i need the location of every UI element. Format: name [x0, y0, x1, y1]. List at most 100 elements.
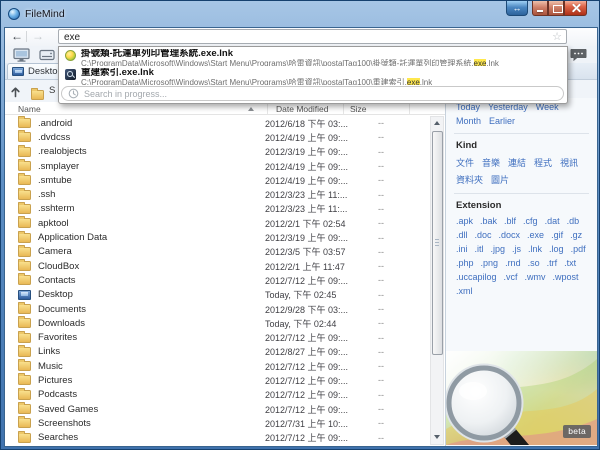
- extension-link[interactable]: .pdf: [571, 244, 586, 254]
- table-row[interactable]: Podcasts 2012/7/12 上午 09:... --: [7, 388, 430, 402]
- folder-icon: [18, 218, 31, 228]
- extension-link[interactable]: .png: [481, 258, 499, 268]
- extension-link[interactable]: .db: [567, 216, 580, 226]
- filter-link[interactable]: Month: [456, 116, 481, 126]
- kind-link[interactable]: 圖片: [491, 173, 509, 186]
- extension-link[interactable]: .js: [512, 244, 521, 254]
- column-size[interactable]: Size: [350, 104, 367, 114]
- extension-link[interactable]: .wpost: [553, 272, 579, 282]
- file-date: 2012/7/12 上午 09:...: [265, 431, 348, 444]
- file-size: --: [337, 318, 384, 328]
- extension-link[interactable]: .blf: [504, 216, 516, 226]
- table-row[interactable]: Screenshots 2012/7/31 上午 10:... --: [7, 416, 430, 430]
- table-row[interactable]: Favorites 2012/7/12 上午 09:... --: [7, 330, 430, 344]
- file-list: .android 2012/6/18 下午 03:... -- .dvdcss …: [7, 116, 430, 445]
- kind-link[interactable]: 資料夾: [456, 173, 483, 186]
- table-row[interactable]: Music 2012/7/12 上午 09:... --: [7, 359, 430, 373]
- table-row[interactable]: Links 2012/8/27 上午 09:... --: [7, 345, 430, 359]
- file-name: Screenshots: [38, 418, 91, 429]
- kind-link[interactable]: 程式: [534, 156, 552, 169]
- extension-link[interactable]: .trf: [547, 258, 558, 268]
- scrollbar-thumb[interactable]: [432, 131, 443, 355]
- swap-window-button[interactable]: ↔: [506, 1, 528, 16]
- scroll-down-button[interactable]: [431, 431, 443, 444]
- table-row[interactable]: .smplayer 2012/4/19 上午 09:... --: [7, 159, 430, 173]
- column-date-modified[interactable]: Date Modified: [276, 104, 328, 114]
- extension-link[interactable]: .wmv: [525, 272, 546, 282]
- location-text[interactable]: S: [49, 85, 55, 96]
- extension-link[interactable]: .xml: [456, 286, 473, 296]
- kind-link[interactable]: 文件: [456, 156, 474, 169]
- table-row[interactable]: Contacts 2012/7/12 上午 09:... --: [7, 273, 430, 287]
- extension-link[interactable]: .dll: [456, 230, 468, 240]
- table-row[interactable]: Downloads Today, 下午 02:44 --: [7, 316, 430, 330]
- extension-link[interactable]: .lnk: [528, 244, 542, 254]
- extension-link[interactable]: .uccapilog: [456, 272, 497, 282]
- extension-link[interactable]: .exe: [527, 230, 544, 240]
- table-row[interactable]: Documents 2012/9/28 下午 03:... --: [7, 302, 430, 316]
- scroll-up-button[interactable]: [431, 117, 443, 130]
- table-row[interactable]: .realobjects 2012/3/19 上午 09:... --: [7, 145, 430, 159]
- table-row[interactable]: .dvdcss 2012/4/19 上午 09:... --: [7, 130, 430, 144]
- extension-link[interactable]: .php: [456, 258, 474, 268]
- extension-link[interactable]: .doc: [475, 230, 492, 240]
- extension-link[interactable]: .so: [528, 258, 540, 268]
- divider: [267, 103, 268, 114]
- folder-icon: [18, 132, 31, 142]
- kind-link[interactable]: 音樂: [482, 156, 500, 169]
- file-name: .dvdcss: [38, 132, 70, 143]
- extension-link[interactable]: .docx: [499, 230, 521, 240]
- search-result[interactable]: 掛號類-託運單列印管理系統.exe.lnk C:\ProgramData\Mic…: [59, 47, 567, 66]
- vertical-scrollbar[interactable]: [430, 116, 444, 445]
- extension-link[interactable]: .log: [549, 244, 564, 254]
- file-name: apktool: [38, 218, 69, 229]
- file-name: Documents: [38, 304, 86, 315]
- table-row[interactable]: Application Data 2012/3/19 上午 09:... --: [7, 230, 430, 244]
- minimize-button[interactable]: [532, 1, 548, 16]
- table-row[interactable]: Camera 2012/3/5 下午 03:57 --: [7, 245, 430, 259]
- filter-link[interactable]: Earlier: [489, 116, 515, 126]
- table-row[interactable]: .sshterm 2012/3/23 上午 11:... --: [7, 202, 430, 216]
- table-row[interactable]: Pictures 2012/7/12 上午 09:... --: [7, 373, 430, 387]
- desktop-icon: [12, 67, 24, 76]
- maximize-button[interactable]: [548, 1, 564, 16]
- file-size: --: [337, 175, 384, 185]
- extension-link[interactable]: .itl: [475, 244, 484, 254]
- extension-link[interactable]: .jpg: [491, 244, 506, 254]
- kind-link[interactable]: 視訊: [560, 156, 578, 169]
- extension-link[interactable]: .dat: [545, 216, 560, 226]
- extension-link[interactable]: .bak: [480, 216, 497, 226]
- table-row[interactable]: CloudBox 2012/2/1 上午 11:47 --: [7, 259, 430, 273]
- table-row[interactable]: .smtube 2012/4/19 上午 09:... --: [7, 173, 430, 187]
- back-button[interactable]: ←: [11, 29, 23, 43]
- close-button[interactable]: [564, 1, 587, 16]
- search-input[interactable]: [59, 30, 545, 43]
- extension-link[interactable]: .txt: [564, 258, 576, 268]
- extension-filter-links: .apk .bak .blf .cfg .dat .db .dll .doc .docx .exe…: [456, 216, 589, 296]
- extension-link[interactable]: .vcf: [504, 272, 518, 282]
- extension-link[interactable]: .gz: [570, 230, 582, 240]
- extension-link[interactable]: .apk: [456, 216, 473, 226]
- file-date: 2012/7/12 上午 09:...: [265, 388, 348, 401]
- search-result[interactable]: 重建索引.exe.lnk C:\ProgramData\Microsoft\Wi…: [59, 66, 567, 85]
- extension-link[interactable]: .cfg: [523, 216, 538, 226]
- divider: [26, 31, 27, 42]
- up-one-level-button[interactable]: [10, 85, 21, 103]
- column-name[interactable]: Name: [18, 104, 41, 114]
- file-date: 2012/9/28 下午 03:...: [265, 303, 348, 316]
- table-row[interactable]: apktool 2012/2/1 下午 02:54 --: [7, 216, 430, 230]
- table-row[interactable]: Desktop Today, 下午 02:45 --: [7, 288, 430, 302]
- kind-link[interactable]: 連結: [508, 156, 526, 169]
- table-row[interactable]: .ssh 2012/3/23 上午 11:... --: [7, 187, 430, 201]
- table-row[interactable]: .android 2012/6/18 下午 03:... --: [7, 116, 430, 130]
- forward-button[interactable]: →: [32, 29, 44, 43]
- sort-ascending-icon: [248, 107, 254, 111]
- table-row[interactable]: Saved Games 2012/7/12 上午 09:... --: [7, 402, 430, 416]
- extension-link[interactable]: .rnd: [505, 258, 521, 268]
- divider: [343, 103, 344, 114]
- table-row[interactable]: Searches 2012/7/12 上午 09:... --: [7, 431, 430, 445]
- date-filter-links: TodayYesterdayWeekMonthEarlier: [456, 102, 589, 126]
- extension-link[interactable]: .ini: [456, 244, 468, 254]
- favorite-star-icon[interactable]: ☆: [552, 30, 562, 44]
- extension-link[interactable]: .gif: [551, 230, 563, 240]
